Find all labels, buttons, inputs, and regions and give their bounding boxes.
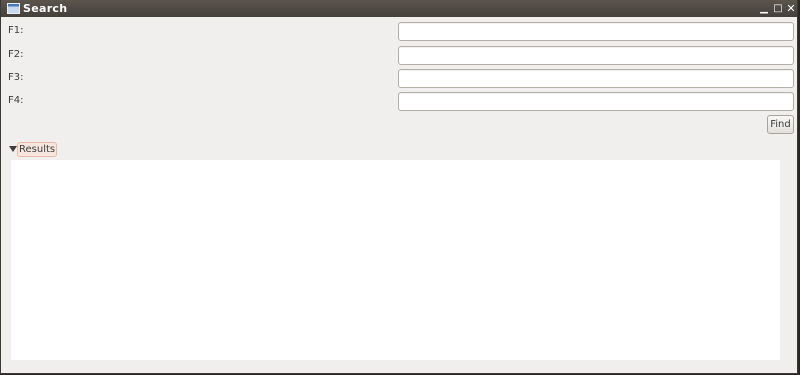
f4-input[interactable] — [398, 92, 794, 111]
field-label-f4: F4: — [8, 95, 24, 106]
f1-input[interactable] — [398, 22, 794, 41]
f3-input[interactable] — [398, 69, 794, 88]
field-label-f2: F2: — [8, 49, 24, 60]
field-label-f1: F1: — [8, 25, 24, 36]
search-window: Search ▁ □ ✕ F1: F2: F3: F4: Find Result… — [0, 0, 798, 374]
results-expander-label: Results — [17, 142, 58, 157]
window-title: Search — [23, 2, 68, 15]
results-pane[interactable] — [11, 160, 780, 360]
close-button[interactable]: ✕ — [785, 2, 797, 15]
maximize-button[interactable]: □ — [772, 2, 784, 15]
window-icon — [7, 3, 20, 14]
field-label-f3: F3: — [8, 72, 24, 83]
f2-input[interactable] — [398, 46, 794, 65]
triangle-down-icon — [9, 146, 17, 152]
find-button[interactable]: Find — [767, 115, 794, 134]
title-bar[interactable]: Search ▁ □ ✕ — [1, 0, 797, 17]
minimize-button[interactable]: ▁ — [758, 2, 770, 15]
